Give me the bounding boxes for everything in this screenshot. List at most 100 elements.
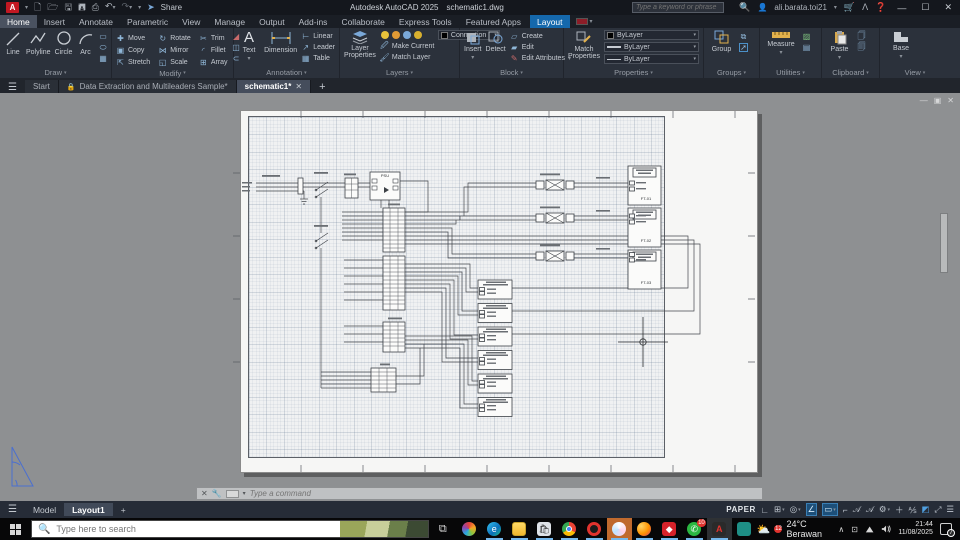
app-store-icon[interactable]: 🛍 [532,518,557,540]
model-tab[interactable]: Model [25,505,64,515]
lineweight-dropdown[interactable]: ByLayer [604,42,699,52]
panel-label-block[interactable]: Block [460,67,563,78]
app-menu-caret-icon[interactable]: ▾ [25,4,28,11]
units-icon[interactable]: ⅍ [909,505,917,515]
group-button[interactable]: Group [708,30,735,53]
app-store-cart-icon[interactable]: 🛒 [844,3,855,12]
ungroup-icon[interactable]: ⧉ [739,32,748,41]
network-icon[interactable] [865,524,874,534]
new-layout-plus-icon[interactable]: + [113,505,134,515]
paste-button[interactable]: Paste ▾ [826,30,853,61]
help-icon[interactable]: ❓ [875,3,886,12]
file-tab-start[interactable]: Start [24,80,59,93]
group-edit-icon[interactable]: ➚ [739,43,748,52]
move-button[interactable]: ✚ Move [116,32,150,44]
mirror-button[interactable]: ⋈ Mirror [158,44,191,56]
tab-home[interactable]: Home [0,15,37,28]
scale-button[interactable]: ◱ Scale [158,56,191,68]
layout1-tab[interactable]: Layout1 [64,503,113,516]
edit-block-button[interactable]: ▰ Edit [510,43,571,52]
app-colorwheel-icon[interactable] [457,518,482,540]
clock[interactable]: 21:44 11/08/2025 [898,521,933,537]
calculator-icon[interactable]: ▤ [802,43,811,52]
tab-collaborate[interactable]: Collaborate [334,15,391,28]
edit-attributes-button[interactable]: ✎ Edit Attributes ▾ [510,54,571,63]
notification-center-icon[interactable]: 7 [939,523,956,537]
isolate-objects-icon[interactable]: ◩ [922,504,930,515]
rectangle-icon[interactable]: ▭ [99,32,108,41]
insert-block-button[interactable]: Insert ▾ [464,30,482,61]
close-file-tab-icon[interactable]: ✕ [295,82,302,91]
paper-model-toggle-icon[interactable]: ∟ [761,505,769,515]
file-tab-menu-icon[interactable]: ☰ [0,82,25,93]
line-button[interactable]: Line [4,30,22,56]
linetype-dropdown[interactable]: ByLayer [604,54,699,64]
redo-icon[interactable]: ↷▾ [122,2,133,13]
share-label[interactable]: Share [161,3,182,12]
open-folder-icon[interactable]: 🗁 [47,3,58,12]
taskbar-search-input[interactable] [56,524,317,534]
trim-button[interactable]: ✂ Trim [199,32,228,44]
file-tab-data-extraction[interactable]: 🔒 Data Extraction and Multileaders Sampl… [58,80,237,93]
hidden-icons-chevron[interactable]: ∧ [838,525,844,534]
cut-clip-icon[interactable]: 🗐 [857,42,866,52]
ellipse-icon[interactable]: ⬭ [99,43,108,52]
search-icon[interactable]: 🔍 [739,3,750,12]
snap-mode-icon[interactable]: ◎ ▾ [790,504,801,515]
polyline-button[interactable]: Polyline [26,30,51,56]
tab-layout[interactable]: Layout [529,15,570,28]
autocad-app-icon[interactable]: A [6,2,19,13]
rotate-button[interactable]: ↻ Rotate [158,32,190,44]
stretch-button[interactable]: ⇱ Stretch [116,56,150,68]
workspace-switch-icon[interactable]: ▾ [570,15,599,28]
close-button[interactable]: ✕ [940,2,956,13]
app-red-icon[interactable]: ◆ [657,518,682,540]
command-customize-wrench-icon[interactable]: 🔧 [212,489,222,498]
copy-button[interactable]: ▣ Copy [116,44,150,56]
viewport-close-icon[interactable]: ✕ [947,96,954,105]
search-highlight-image[interactable] [339,521,428,537]
share-icon[interactable]: ➤ [147,3,155,12]
start-button[interactable] [0,523,31,535]
viewport-minimize-icon[interactable]: — [920,96,928,105]
paper-space-label[interactable]: PAPER [726,505,755,514]
help-search-input[interactable] [632,2,724,13]
app-autocad-icon[interactable]: A [706,518,732,540]
layer-unlock-icon[interactable] [413,31,422,39]
viewport-restore-icon[interactable]: ▣ [934,96,942,105]
save-icon[interactable]: 🖫 [64,3,72,12]
panel-label-view[interactable]: View [880,67,950,78]
grid-display-icon[interactable]: ⊞ ▾ [774,504,785,515]
app-active-orange-icon[interactable] [606,518,632,540]
circle-button[interactable]: Circle [55,30,73,56]
panel-label-clipboard[interactable]: Clipboard [822,67,879,78]
panel-label-layers[interactable]: Layers [340,67,459,78]
quick-select-icon[interactable]: ▨ [802,32,811,41]
object-snap-icon[interactable]: ▭ ▾ [822,503,838,516]
tab-output[interactable]: Output [252,15,292,28]
new-file-tab-plus-icon[interactable]: + [311,81,333,93]
tab-manage[interactable]: Manage [207,15,252,28]
tab-view[interactable]: View [175,15,207,28]
save-as-icon[interactable]: 🖪 [78,3,86,12]
panel-label-annotation[interactable]: Annotation [234,67,339,78]
table-button[interactable]: ▦ Table [301,54,335,63]
command-recent-icon[interactable] [225,489,239,498]
tab-insert[interactable]: Insert [37,15,72,28]
task-view-icon[interactable]: ⧉ [439,523,447,536]
object-color-dropdown[interactable]: ByLayer [604,30,699,40]
qat-customize-caret-icon[interactable]: ▾ [138,4,141,11]
app-edge-icon[interactable]: e [482,518,507,540]
annotation-scale-icon[interactable]: ⚙ ▾ [879,504,890,515]
panel-label-modify[interactable]: Modify [112,68,233,78]
detect-button[interactable]: Detect [486,30,506,53]
panel-label-draw[interactable]: Draw [0,67,111,78]
ortho-mode-icon[interactable]: ⌐ [843,505,848,515]
taskbar-search[interactable]: 🔍 [30,520,429,538]
tab-annotate[interactable]: Annotate [72,15,120,28]
volume-icon[interactable] [881,524,891,534]
linear-button[interactable]: ⊢ Linear [301,32,335,41]
layout-tab-menu-icon[interactable]: ☰ [0,504,25,515]
user-menu-caret-icon[interactable]: ▾ [834,4,837,11]
plot-icon[interactable]: ⎙ [92,3,99,12]
